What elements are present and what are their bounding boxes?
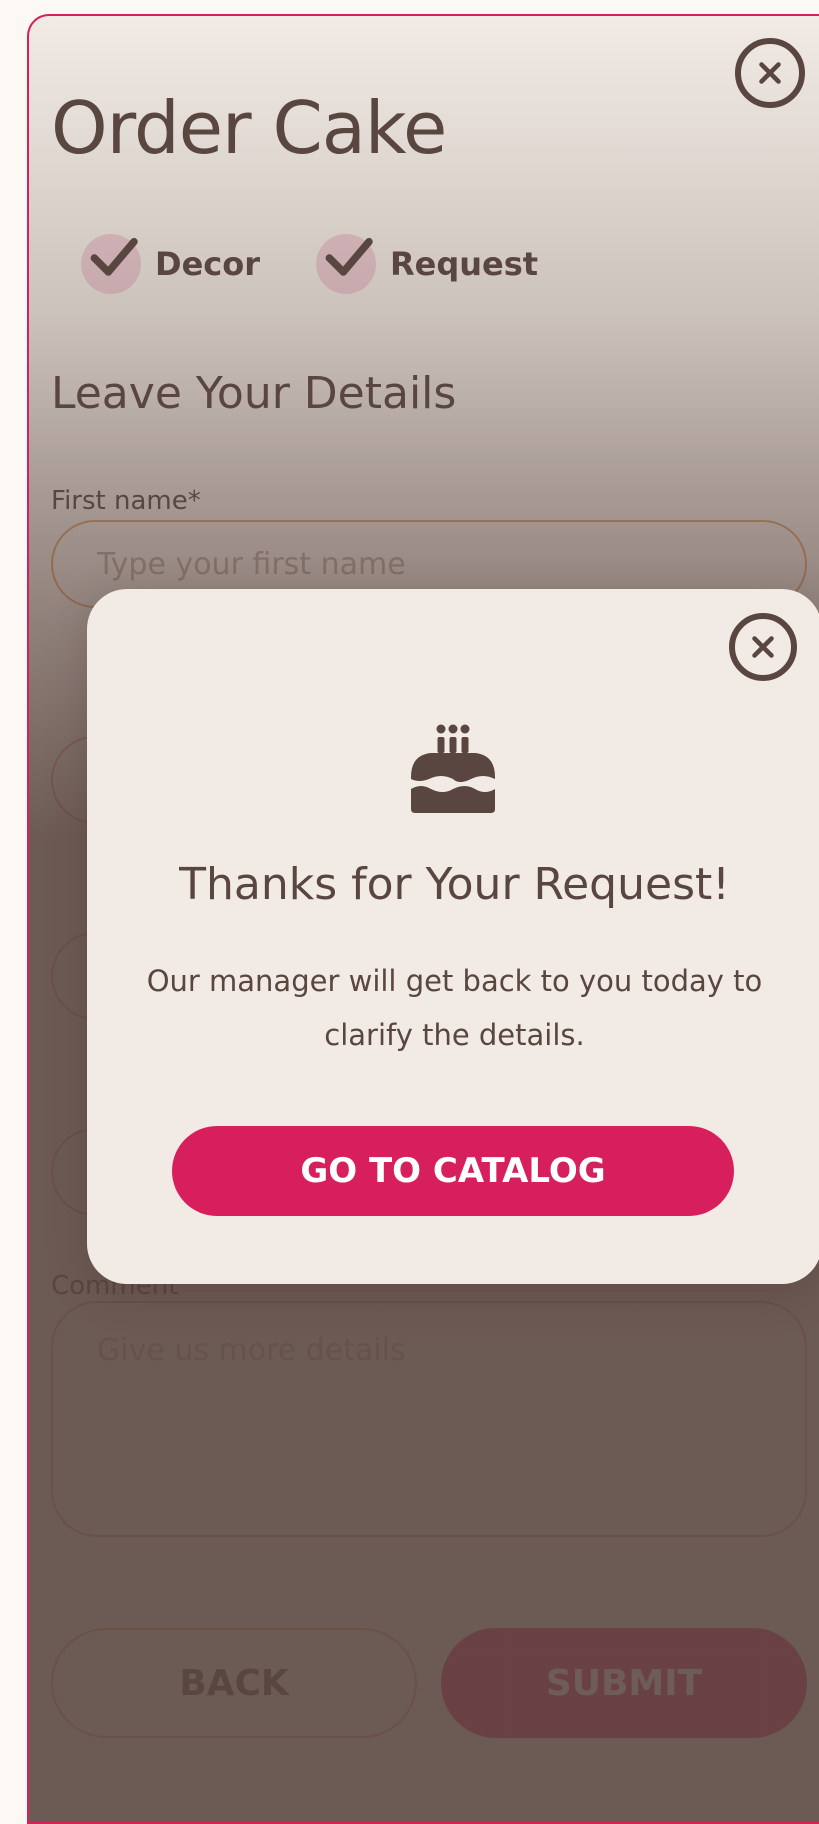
close-icon [759,62,781,84]
check-icon [81,234,141,294]
progress-steps: Decor Request [81,234,538,294]
section-title: Leave Your Details [51,368,457,419]
step-label: Request [390,245,539,283]
close-icon [752,636,774,658]
order-form: Order Cake Decor Request Leave Your Deta… [29,16,819,1822]
first-name-label: First name* [51,486,201,516]
page-title: Order Cake [51,86,447,170]
back-button[interactable]: BACK [51,1628,417,1738]
order-cake-sheet: Order Cake Decor Request Leave Your Deta… [27,14,819,1824]
modal-close-button[interactable] [729,613,797,681]
submit-button[interactable]: SUBMIT [441,1628,807,1738]
cake-icon [411,724,495,813]
step-request: Request [316,234,538,294]
check-icon [316,234,376,294]
modal-message: Our manager will get back to you today t… [146,964,763,1052]
step-decor: Decor [81,234,260,294]
step-label: Decor [155,245,260,283]
close-button[interactable] [735,38,805,108]
comment-textarea[interactable] [51,1301,807,1537]
modal-title: Thanks for Your Request! [179,859,730,910]
go-to-catalog-button[interactable]: GO TO CATALOG [172,1126,734,1216]
thank-you-modal: Thanks for Your Request! Our manager wil… [87,589,819,1284]
